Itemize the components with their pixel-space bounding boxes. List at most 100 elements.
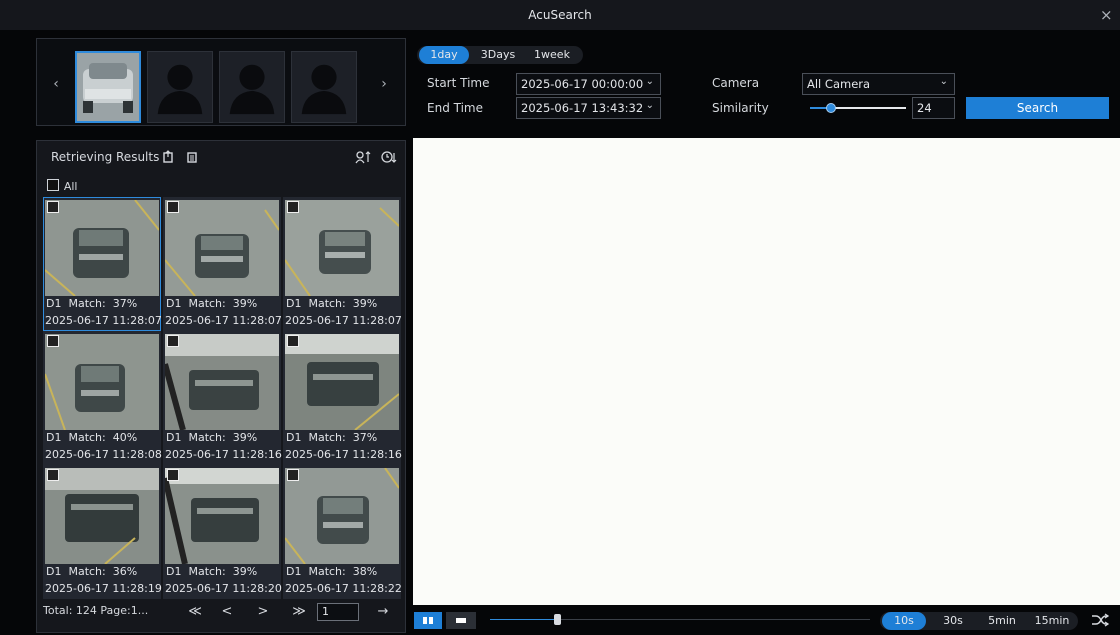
result-checkbox[interactable]	[167, 335, 179, 347]
result-card[interactable]: D1 Match: 36% 2025-06-17 11:28:19	[43, 465, 162, 599]
result-checkbox[interactable]	[287, 201, 299, 213]
go-page-button[interactable]: →	[371, 603, 395, 621]
similarity-label: Similarity	[712, 101, 769, 115]
shuffle-icon[interactable]	[1090, 612, 1112, 630]
zoom-15min[interactable]: 15min	[1030, 612, 1074, 630]
result-channel: D1	[286, 431, 302, 444]
select-all-row[interactable]: All	[47, 179, 77, 195]
camera-label: Camera	[712, 76, 760, 90]
result-snapshot-image	[285, 334, 399, 430]
pagination: Total: 124 Page:1... ≪ < > ≫ 1 →	[37, 601, 407, 625]
result-snapshot-image	[45, 468, 159, 564]
result-card[interactable]: D1 Match: 37% 2025-06-17 11:28:07	[43, 197, 162, 331]
tab-3days[interactable]: 3Days	[473, 46, 523, 64]
window-title: AcuSearch	[528, 8, 592, 22]
result-match: Match: 37%	[308, 431, 378, 444]
result-snapshot-image	[165, 334, 279, 430]
select-all-checkbox[interactable]	[47, 179, 59, 191]
timeline-progress	[490, 619, 556, 620]
zoom-5min[interactable]: 5min	[982, 612, 1022, 630]
zoom-10s[interactable]: 10s	[882, 612, 926, 630]
camera-select[interactable]: All Camera ⌄	[802, 73, 955, 95]
result-checkbox[interactable]	[167, 201, 179, 213]
total-page-label: Total: 124 Page:1...	[43, 604, 149, 617]
select-all-label: All	[63, 180, 78, 193]
sort-by-similarity-icon[interactable]	[355, 150, 375, 166]
zoom-30s[interactable]: 30s	[934, 612, 972, 630]
result-match-line: D1 Match: 39%	[166, 431, 257, 444]
result-checkbox[interactable]	[167, 469, 179, 481]
result-channel: D1	[286, 297, 302, 310]
target-thumbnail-person[interactable]	[219, 51, 285, 123]
prev-page-button[interactable]: <	[215, 603, 239, 621]
similarity-slider-handle[interactable]	[826, 103, 836, 113]
prev-target-arrow[interactable]: ‹	[47, 69, 65, 99]
result-card[interactable]: D1 Match: 38% 2025-06-17 11:28:22	[283, 465, 402, 599]
end-time-label: End Time	[427, 101, 483, 115]
layout-single-icon[interactable]	[446, 612, 476, 629]
results-title: Retrieving Results	[51, 150, 160, 164]
camera-value: All Camera	[807, 77, 871, 91]
result-time: 2025-06-17 11:28:16	[165, 448, 282, 461]
result-match: Match: 39%	[308, 297, 378, 310]
end-time-field[interactable]: 2025-06-17 13:43:32 ⌄	[516, 97, 661, 119]
search-button[interactable]: Search	[966, 97, 1109, 119]
next-target-arrow[interactable]: ›	[375, 69, 393, 99]
target-thumbnail-car[interactable]	[75, 51, 141, 123]
close-icon[interactable]: ×	[1100, 6, 1120, 24]
result-card[interactable]: D1 Match: 39% 2025-06-17 11:28:07	[283, 197, 402, 331]
chevron-down-icon: ⌄	[645, 76, 654, 87]
backup-icon[interactable]	[185, 150, 201, 166]
result-match: Match: 40%	[68, 431, 138, 444]
result-snapshot-image	[285, 200, 399, 296]
result-match: Match: 39%	[188, 431, 258, 444]
result-match-line: D1 Match: 39%	[166, 297, 257, 310]
timeline-zoom-tabs: 10s 30s 5min 15min	[880, 612, 1078, 630]
result-checkbox[interactable]	[287, 469, 299, 481]
similarity-input[interactable]: 24	[912, 97, 955, 119]
end-time-value: 2025-06-17 13:43:32	[521, 101, 644, 115]
result-checkbox[interactable]	[47, 201, 59, 213]
result-channel: D1	[166, 431, 182, 444]
first-page-button[interactable]: ≪	[183, 603, 207, 621]
start-time-field[interactable]: 2025-06-17 00:00:00 ⌄	[516, 73, 661, 95]
result-card[interactable]: D1 Match: 37% 2025-06-17 11:28:16	[283, 331, 402, 465]
result-checkbox[interactable]	[287, 335, 299, 347]
result-match: Match: 38%	[308, 565, 378, 578]
target-thumbnail-person[interactable]	[147, 51, 213, 123]
car-thumbnail-image	[77, 53, 139, 121]
sort-by-time-icon[interactable]	[381, 150, 399, 166]
result-time: 2025-06-17 11:28:07	[45, 314, 162, 327]
result-time: 2025-06-17 11:28:07	[165, 314, 282, 327]
result-match: Match: 36%	[68, 565, 138, 578]
result-card[interactable]: D1 Match: 39% 2025-06-17 11:28:16	[163, 331, 282, 465]
result-match-line: D1 Match: 36%	[46, 565, 137, 578]
timeline-handle[interactable]	[554, 614, 561, 625]
next-page-button[interactable]: >	[251, 603, 275, 621]
last-page-button[interactable]: ≫	[287, 603, 311, 621]
result-channel: D1	[166, 565, 182, 578]
result-channel: D1	[286, 565, 302, 578]
result-checkbox[interactable]	[47, 469, 59, 481]
result-card[interactable]: D1 Match: 40% 2025-06-17 11:28:08	[43, 331, 162, 465]
tab-1day[interactable]: 1day	[419, 46, 469, 64]
chevron-down-icon: ⌄	[939, 76, 948, 87]
result-card[interactable]: D1 Match: 39% 2025-06-17 11:28:20	[163, 465, 282, 599]
export-icon[interactable]	[161, 150, 177, 166]
result-snapshot-image	[285, 468, 399, 564]
result-match-line: D1 Match: 40%	[46, 431, 137, 444]
result-time: 2025-06-17 11:28:20	[165, 582, 282, 595]
result-card[interactable]: D1 Match: 39% 2025-06-17 11:28:07	[163, 197, 282, 331]
video-playback-area[interactable]	[413, 138, 1120, 605]
start-time-value: 2025-06-17 00:00:00	[521, 77, 644, 91]
layout-split-icon[interactable]	[414, 612, 442, 629]
result-time: 2025-06-17 11:28:19	[45, 582, 162, 595]
result-channel: D1	[46, 565, 62, 578]
target-thumbnail-person[interactable]	[291, 51, 357, 123]
result-time: 2025-06-17 11:28:07	[285, 314, 402, 327]
result-match-line: D1 Match: 39%	[286, 297, 377, 310]
result-checkbox[interactable]	[47, 335, 59, 347]
result-time: 2025-06-17 11:28:16	[285, 448, 402, 461]
tab-1week[interactable]: 1week	[525, 46, 579, 64]
page-number-input[interactable]: 1	[317, 603, 359, 621]
